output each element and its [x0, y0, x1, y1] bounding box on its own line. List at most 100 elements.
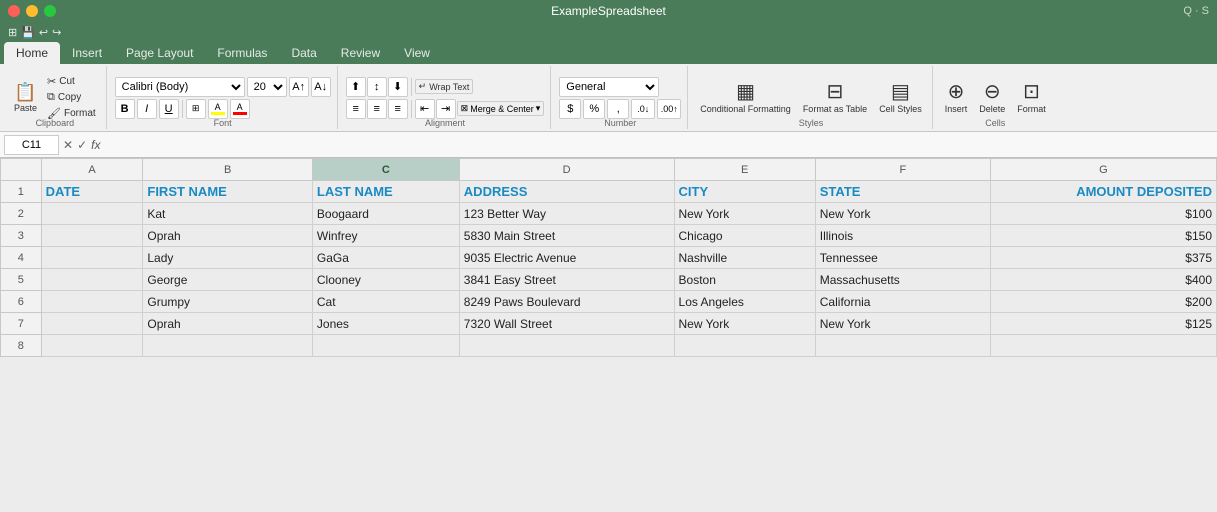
wrap-text-button[interactable]: ↵ Wrap Text: [415, 79, 474, 94]
cell-r1-c2[interactable]: FIRST NAME: [143, 181, 313, 203]
cell-r5-c5[interactable]: Boston: [674, 269, 815, 291]
row-header-8[interactable]: 8: [1, 335, 42, 357]
tab-insert[interactable]: Insert: [60, 42, 114, 64]
align-middle-btn[interactable]: ↕: [367, 77, 387, 97]
increase-decimal-btn[interactable]: .00↑: [657, 99, 681, 119]
cell-r1-c1[interactable]: DATE: [41, 181, 143, 203]
cancel-formula-icon[interactable]: ✕: [63, 138, 73, 152]
search-icon[interactable]: Q · S: [1183, 5, 1209, 17]
cell-r4-c3[interactable]: GaGa: [312, 247, 459, 269]
col-header-a[interactable]: A: [41, 159, 143, 181]
cell-r4-c4[interactable]: 9035 Electric Avenue: [459, 247, 674, 269]
cell-r8-c2[interactable]: [143, 335, 313, 357]
cell-r4-c2[interactable]: Lady: [143, 247, 313, 269]
cell-r3-c7[interactable]: $150: [990, 225, 1216, 247]
confirm-formula-icon[interactable]: ✓: [77, 138, 87, 152]
cell-r6-c2[interactable]: Grumpy: [143, 291, 313, 313]
cell-r1-c7[interactable]: AMOUNT DEPOSITED: [990, 181, 1216, 203]
col-header-c[interactable]: C: [312, 159, 459, 181]
tab-review[interactable]: Review: [329, 42, 392, 64]
cell-r2-c1[interactable]: [41, 203, 143, 225]
cell-styles-button[interactable]: ▤ Cell Styles: [875, 72, 926, 124]
cell-reference-box[interactable]: C11: [4, 135, 59, 155]
bold-button[interactable]: B: [115, 99, 135, 119]
row-header-2[interactable]: 2: [1, 203, 42, 225]
cell-r3-c4[interactable]: 5830 Main Street: [459, 225, 674, 247]
cell-r2-c2[interactable]: Kat: [143, 203, 313, 225]
cell-r8-c6[interactable]: [815, 335, 990, 357]
tab-data[interactable]: Data: [279, 42, 328, 64]
cell-r7-c5[interactable]: New York: [674, 313, 815, 335]
italic-button[interactable]: I: [137, 99, 157, 119]
cell-r1-c4[interactable]: ADDRESS: [459, 181, 674, 203]
cell-r7-c3[interactable]: Jones: [312, 313, 459, 335]
cell-r3-c2[interactable]: Oprah: [143, 225, 313, 247]
cell-r7-c4[interactable]: 7320 Wall Street: [459, 313, 674, 335]
cell-r5-c2[interactable]: George: [143, 269, 313, 291]
col-header-d[interactable]: D: [459, 159, 674, 181]
cell-r2-c3[interactable]: Boogaard: [312, 203, 459, 225]
cell-r7-c1[interactable]: [41, 313, 143, 335]
cell-r7-c2[interactable]: Oprah: [143, 313, 313, 335]
decrease-decimal-btn[interactable]: .0↓: [631, 99, 655, 119]
cell-r8-c3[interactable]: [312, 335, 459, 357]
cell-r8-c5[interactable]: [674, 335, 815, 357]
cell-r2-c4[interactable]: 123 Better Way: [459, 203, 674, 225]
format-cells-button[interactable]: ⊡ Format: [1013, 72, 1050, 124]
decrease-font-btn[interactable]: A↓: [311, 77, 331, 97]
cell-r7-c7[interactable]: $125: [990, 313, 1216, 335]
format-as-table-button[interactable]: ⊟ Format as Table: [799, 72, 871, 124]
cell-r6-c7[interactable]: $200: [990, 291, 1216, 313]
fill-color-button[interactable]: A: [208, 99, 228, 119]
col-header-f[interactable]: F: [815, 159, 990, 181]
row-header-5[interactable]: 5: [1, 269, 42, 291]
font-family-select[interactable]: Calibri (Body): [115, 77, 245, 97]
tab-formulas[interactable]: Formulas: [205, 42, 279, 64]
cell-r8-c7[interactable]: [990, 335, 1216, 357]
percent-btn[interactable]: %: [583, 99, 605, 119]
close-btn[interactable]: [8, 5, 20, 17]
spreadsheet-container[interactable]: A B C D E F G 1DATEFIRST NAMELAST NAMEAD…: [0, 158, 1217, 504]
fx-icon[interactable]: fx: [91, 138, 100, 152]
row-header-1[interactable]: 1: [1, 181, 42, 203]
cell-r6-c3[interactable]: Cat: [312, 291, 459, 313]
cell-r5-c1[interactable]: [41, 269, 143, 291]
cell-r6-c6[interactable]: California: [815, 291, 990, 313]
cell-r1-c6[interactable]: STATE: [815, 181, 990, 203]
cell-r2-c7[interactable]: $100: [990, 203, 1216, 225]
decrease-indent-btn[interactable]: ⇤: [415, 99, 435, 119]
row-header-7[interactable]: 7: [1, 313, 42, 335]
cell-r3-c5[interactable]: Chicago: [674, 225, 815, 247]
cell-r5-c7[interactable]: $400: [990, 269, 1216, 291]
cell-r7-c6[interactable]: New York: [815, 313, 990, 335]
redo-icon[interactable]: ↪: [52, 26, 61, 39]
cell-r5-c6[interactable]: Massachusetts: [815, 269, 990, 291]
undo-icon[interactable]: ↩: [39, 26, 48, 39]
cell-r6-c4[interactable]: 8249 Paws Boulevard: [459, 291, 674, 313]
align-right-btn[interactable]: ≡: [388, 99, 408, 119]
comma-btn[interactable]: ,: [607, 99, 629, 119]
cell-r6-c1[interactable]: [41, 291, 143, 313]
save-icon[interactable]: 💾: [21, 26, 35, 39]
paste-button[interactable]: 📋 Paste: [10, 72, 41, 124]
cell-r8-c4[interactable]: [459, 335, 674, 357]
cell-r3-c1[interactable]: [41, 225, 143, 247]
font-color-button[interactable]: A: [230, 99, 250, 119]
cell-r4-c7[interactable]: $375: [990, 247, 1216, 269]
cell-r3-c3[interactable]: Winfrey: [312, 225, 459, 247]
col-header-g[interactable]: G: [990, 159, 1216, 181]
tab-page-layout[interactable]: Page Layout: [114, 42, 205, 64]
row-header-6[interactable]: 6: [1, 291, 42, 313]
font-size-select[interactable]: 20: [247, 77, 287, 97]
align-bottom-btn[interactable]: ⬇: [388, 77, 408, 97]
align-center-btn[interactable]: ≡: [367, 99, 387, 119]
cell-r6-c5[interactable]: Los Angeles: [674, 291, 815, 313]
cell-r1-c3[interactable]: LAST NAME: [312, 181, 459, 203]
increase-font-btn[interactable]: A↑: [289, 77, 309, 97]
copy-button[interactable]: ⧉ Copy: [43, 90, 100, 105]
cut-button[interactable]: ✂ Cut: [43, 74, 100, 89]
number-format-select[interactable]: General: [559, 77, 659, 97]
dollar-btn[interactable]: $: [559, 99, 581, 119]
minimize-btn[interactable]: [26, 5, 38, 17]
cell-r1-c5[interactable]: CITY: [674, 181, 815, 203]
